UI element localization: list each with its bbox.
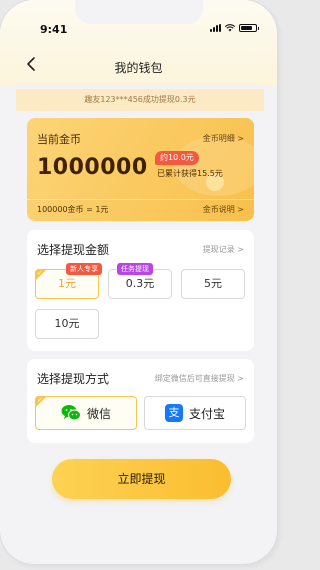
amount-label: 5元 bbox=[204, 277, 222, 290]
amount-option-2[interactable]: 任务提现 0.3元 bbox=[108, 263, 172, 299]
wechat-option[interactable]: ✓ 微信 bbox=[35, 396, 137, 430]
notch bbox=[75, 0, 203, 24]
status-icons bbox=[210, 24, 259, 32]
alipay-option[interactable]: 支 支付宝 bbox=[144, 396, 246, 430]
withdraw-notice: 趣友123***456成功提现0.3元 bbox=[16, 89, 264, 111]
exchange-rate: 100000金币 = 1元 bbox=[37, 205, 109, 214]
coin-card: 当前金币 金币明细 > 1000000 约10.0元 已累计获得15.5元 10… bbox=[27, 118, 254, 221]
header: 9:41 我的钱包 bbox=[0, 0, 277, 86]
signal-icon bbox=[210, 24, 221, 32]
amount-option-3[interactable]: 5元 bbox=[181, 269, 245, 299]
bind-wechat-link[interactable]: 绑定微信后可直接提现 > bbox=[155, 373, 244, 384]
wechat-label: 微信 bbox=[86, 406, 111, 421]
check-icon: ✓ bbox=[37, 396, 43, 404]
amount-option-1[interactable]: ✓ 新人专享 1元 bbox=[35, 263, 102, 299]
withdraw-history-link[interactable]: 提现记录 > bbox=[203, 244, 244, 255]
amount-option-4[interactable]: 10元 bbox=[35, 309, 99, 339]
amount-label: 10元 bbox=[54, 317, 80, 330]
wifi-icon bbox=[225, 24, 235, 32]
method-panel: 选择提现方式 绑定微信后可直接提现 > ✓ 微信 支 支付宝 bbox=[27, 359, 254, 443]
divider bbox=[27, 199, 254, 200]
coin-detail-link[interactable]: 金币明细 > bbox=[203, 133, 244, 144]
earned-total: 已累计获得15.5元 bbox=[157, 169, 223, 178]
amount-label: 0.3元 bbox=[125, 277, 155, 290]
withdraw-submit-button[interactable]: 立即提现 bbox=[52, 459, 231, 499]
coin-amount: 1000000 bbox=[37, 155, 148, 180]
amount-section-title: 选择提现金额 bbox=[37, 243, 110, 257]
coin-card-title: 当前金币 bbox=[37, 133, 81, 146]
amount-panel: 选择提现金额 提现记录 > ✓ 新人专享 1元 任务提现 0.3元 5元 10元 bbox=[27, 230, 254, 351]
check-icon: ✓ bbox=[37, 269, 43, 277]
method-section-title: 选择提现方式 bbox=[37, 372, 110, 386]
wechat-icon bbox=[61, 405, 81, 421]
coin-explain-link[interactable]: 金币说明 > bbox=[203, 204, 244, 215]
alipay-icon: 支 bbox=[164, 404, 183, 422]
status-time: 9:41 bbox=[40, 23, 68, 36]
alipay-label: 支付宝 bbox=[188, 406, 225, 421]
phone-frame: 9:41 我的钱包 趣友123***456成功提现0.3元 当前金币 金币明细 … bbox=[0, 0, 277, 564]
tag-task-withdraw: 任务提现 bbox=[117, 263, 153, 275]
tag-new-user: 新人专享 bbox=[66, 263, 102, 275]
page-title: 我的钱包 bbox=[114, 61, 163, 75]
amount-label: 1元 bbox=[58, 277, 76, 290]
coin-value-badge: 约10.0元 bbox=[155, 151, 199, 165]
battery-icon bbox=[239, 24, 259, 32]
